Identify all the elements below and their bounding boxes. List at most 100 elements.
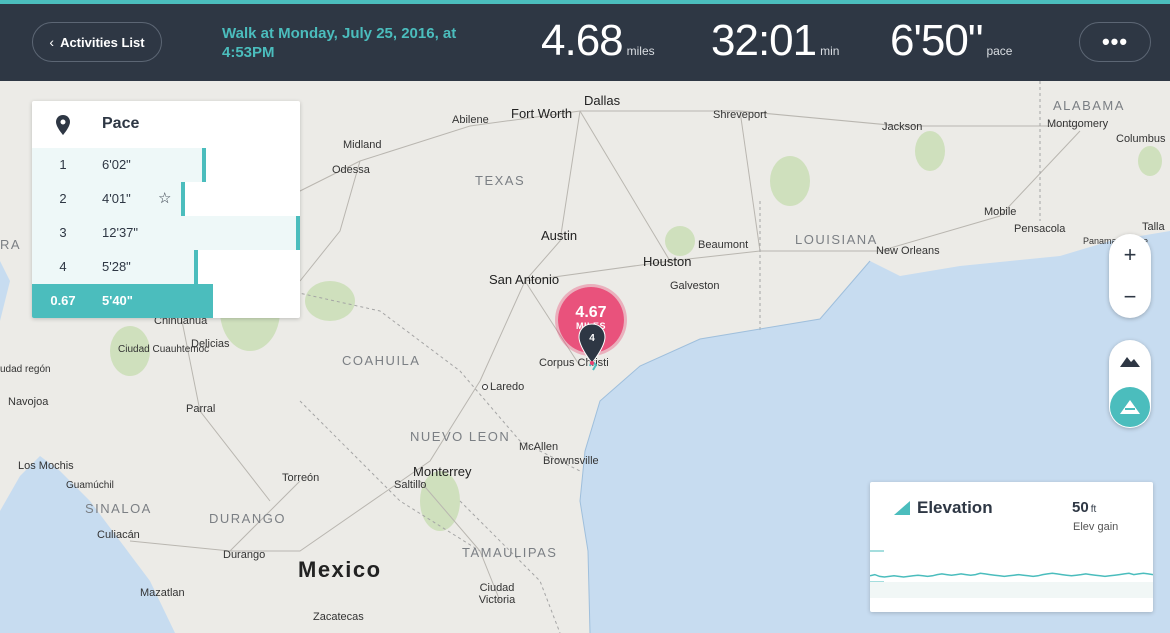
map-label-tallahassee: Talla <box>1142 221 1165 233</box>
elevation-title: Elevation <box>917 498 993 517</box>
map-label-shreveport: Shreveport <box>713 109 767 121</box>
map-label-nuevo-leon: NUEVO LEON <box>410 429 511 444</box>
map-label-abilene: Abilene <box>452 114 489 126</box>
pace-bar-end <box>194 250 198 284</box>
pace-row[interactable]: 0.67 5'40" <box>32 284 300 318</box>
pace-row-value: 5'28" <box>102 259 131 274</box>
map-label-parral: Parral <box>186 403 216 415</box>
map-label-navojoa: Navojoa <box>8 396 49 408</box>
map-label-beaumont: Beaumont <box>698 239 749 251</box>
map-label-new-orleans: New Orleans <box>876 245 940 257</box>
map-label-ciudad-obregon: udad regón <box>0 364 51 375</box>
zoom-controls: + − <box>1109 234 1151 318</box>
map-label-fort-worth: Fort Worth <box>511 106 573 121</box>
map-label-partial-left: RA <box>0 237 22 252</box>
map-label-sinaloa: SINALOA <box>85 501 152 516</box>
map-label-mazatlan: Mazatlan <box>140 587 185 599</box>
map-label-pensacola: Pensacola <box>1014 223 1066 235</box>
pace-row[interactable]: 4 5'28" <box>32 250 300 284</box>
map-label-mcallen: McAllen <box>519 441 559 453</box>
distance-unit: miles <box>626 44 655 58</box>
zoom-out-button[interactable]: − <box>1109 276 1151 318</box>
elevation-chart <box>870 544 1153 598</box>
map-label-zacatecas: Zacatecas <box>313 611 364 623</box>
elevation-card: Elevation 50ft Elev gain 50 0 <box>870 482 1153 612</box>
pace-value: 6'50" <box>890 16 983 65</box>
best-split-star-icon: ☆ <box>158 190 172 207</box>
distance-stat: 4.68 miles <box>541 16 655 66</box>
map-label-louisiana: LOUISIANA <box>795 232 878 247</box>
map-label-durango-state: DURANGO <box>209 511 286 526</box>
activity-title: Walk at Monday, July 25, 2016, at 4:53PM <box>222 25 457 61</box>
pace-row-value: 4'01" <box>102 191 131 206</box>
elevation-gain-label: Elev gain <box>1073 521 1119 533</box>
elevation-gain: 50 ft <box>1072 499 1096 516</box>
map-label-midland: Midland <box>343 139 382 151</box>
pace-bar-end <box>202 148 206 182</box>
map-label-saltillo: Saltillo <box>394 479 427 491</box>
map-label-los-mochis: Los Mochis <box>18 460 74 472</box>
map-label-montgomery: Montgomery <box>1047 118 1109 130</box>
pace-panel-title: Pace <box>102 115 140 132</box>
terrain-button[interactable] <box>1109 340 1151 382</box>
mountain-icon <box>1120 357 1140 367</box>
duration-unit: min <box>820 44 840 58</box>
elevation-gain-unit: ft <box>1090 504 1097 515</box>
more-options-button[interactable]: ••• <box>1079 22 1151 62</box>
back-button-label: Activities List <box>60 34 145 50</box>
more-icon: ••• <box>1101 29 1129 54</box>
map-label-columbus: Columbus <box>1116 133 1166 145</box>
chevron-left-icon: ‹ <box>49 34 55 50</box>
map-label-houston: Houston <box>643 254 692 269</box>
pace-row[interactable]: 3 12'37" <box>32 216 300 250</box>
pace-row-index: 2 <box>59 191 67 206</box>
activities-list-button[interactable]: ‹ Activities List <box>32 22 162 62</box>
map-label-culiacan: Culiacán <box>97 529 140 541</box>
map-label-coahuila: COAHUILA <box>342 353 421 368</box>
pace-row-index: 0.67 <box>50 293 76 308</box>
map-view-icon <box>1120 400 1140 414</box>
map-label-austin: Austin <box>541 228 578 243</box>
map-label-laredo: Laredo <box>480 381 524 393</box>
svg-text:4: 4 <box>589 333 595 344</box>
map-label-san-antonio: San Antonio <box>489 272 560 287</box>
pace-unit: pace <box>986 44 1013 58</box>
distance-value: 4.68 <box>541 16 624 65</box>
pace-row-value: 5'40" <box>102 293 133 308</box>
pace-bar-end <box>296 216 300 250</box>
map-label-delicias: Delicias <box>191 338 230 350</box>
elevation-gain-value: 50 <box>1072 499 1089 516</box>
pace-row[interactable]: 2 4'01" ☆ <box>32 182 300 216</box>
map-label-durango-city: Durango <box>223 549 266 561</box>
map-label-galveston: Galveston <box>670 280 720 292</box>
duration-value: 32:01 <box>711 16 817 65</box>
distance-marker-value: 4.67 <box>575 304 607 321</box>
pace-row-index: 1 <box>59 157 67 172</box>
map-label-mexico: Mexico <box>298 557 382 582</box>
map-label-tamaulipas: TAMAULIPAS <box>462 545 558 560</box>
satellite-button[interactable] <box>1110 387 1150 427</box>
map-label-odessa: Odessa <box>332 164 370 176</box>
map-label-brownsville: Brownsville <box>543 455 599 467</box>
pace-stat: 6'50" pace <box>890 16 1012 66</box>
map-label-dallas: Dallas <box>584 93 621 108</box>
elevation-icon <box>894 501 910 515</box>
zoom-in-button[interactable]: + <box>1109 234 1151 276</box>
map-label-jackson: Jackson <box>882 121 923 133</box>
map-type-controls <box>1109 340 1151 428</box>
map-pin-icon[interactable]: 4 <box>578 323 606 365</box>
map-label-alabama: ALABAMA <box>1053 98 1125 113</box>
pace-panel: Pace 1 6'02" 2 4'01" ☆ 3 12'37" 4 5'28" 0.67 5'40" <box>32 101 300 318</box>
pace-row[interactable]: 1 6'02" <box>32 148 300 182</box>
pace-row-value: 6'02" <box>102 157 131 172</box>
map-label-monterrey: Monterrey <box>413 464 472 479</box>
pace-panel-header: Pace <box>32 101 300 148</box>
duration-stat: 32:01 min <box>711 16 839 66</box>
map-label-mobile: Mobile <box>984 206 1017 218</box>
pace-row-index: 4 <box>59 259 67 274</box>
location-pin-icon <box>56 115 70 135</box>
map-label-guamuchil: Guamúchil <box>66 480 114 491</box>
pace-bar-end <box>181 182 185 216</box>
map-label-torreon: Torreón <box>282 472 320 484</box>
map-label-ciudad-victoria: Ciudad Victoria <box>478 582 516 606</box>
